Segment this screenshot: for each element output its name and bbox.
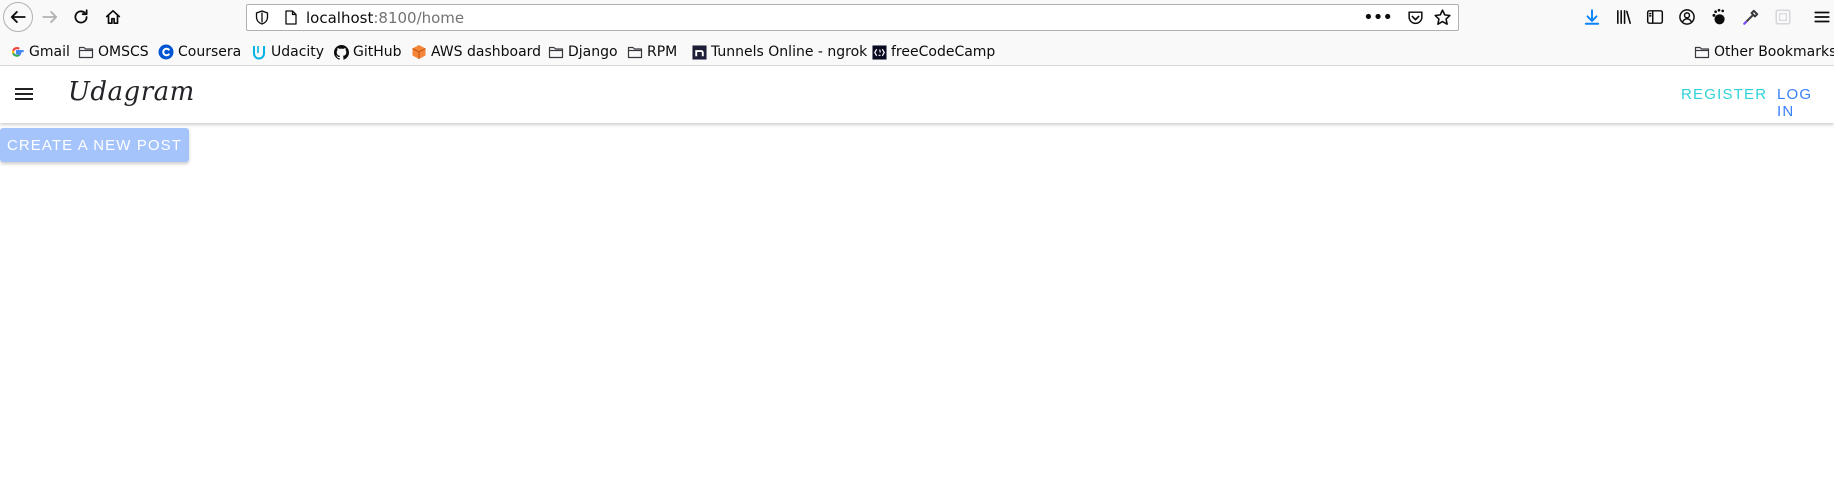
library-icon xyxy=(1617,10,1631,24)
freecodecamp-icon xyxy=(871,44,887,60)
reload-button[interactable] xyxy=(67,3,95,31)
github-icon xyxy=(333,44,349,60)
gnome-foot-icon xyxy=(1712,8,1725,25)
downloads-button[interactable] xyxy=(1582,7,1602,27)
back-arrow-icon xyxy=(10,11,26,23)
tracking-protection-shield-icon[interactable] xyxy=(254,9,270,26)
home-button[interactable] xyxy=(99,3,127,31)
bookmark-label: Gmail xyxy=(29,44,70,60)
sidebar-icon xyxy=(1646,10,1664,24)
coursera-icon xyxy=(158,44,174,60)
folder-icon xyxy=(548,44,564,60)
folder-icon xyxy=(627,44,643,60)
app-header: Udagram REGISTER LOG IN xyxy=(0,67,1834,123)
bookmark-label: Django xyxy=(568,44,618,60)
home-icon xyxy=(105,9,121,25)
url-text[interactable]: localhost:8100/home xyxy=(306,9,464,27)
aws-icon xyxy=(411,44,427,60)
page-info-icon[interactable] xyxy=(284,9,298,26)
sidebar-button[interactable] xyxy=(1645,7,1665,27)
bookmark-label: Coursera xyxy=(178,44,242,60)
bookmark-ngrok[interactable]: Tunnels Online - ngrok xyxy=(691,43,867,61)
menu-icon-bar xyxy=(15,98,33,100)
bookmark-aws-dashboard[interactable]: AWS dashboard xyxy=(411,43,541,61)
browser-toolbar: localhost:8100/home ••• xyxy=(0,0,1834,36)
ngrok-icon xyxy=(691,44,707,60)
url-path: :8100/home xyxy=(373,9,465,27)
bookmark-label: RPM xyxy=(647,44,678,60)
extension-colorpicker-button[interactable] xyxy=(1741,7,1761,27)
address-bar[interactable]: localhost:8100/home ••• xyxy=(246,4,1459,31)
bookmark-github[interactable]: GitHub xyxy=(333,43,402,61)
extension-gnome-button[interactable] xyxy=(1709,7,1729,27)
hamburger-menu-icon xyxy=(1814,11,1830,23)
bookmark-freecodecamp[interactable]: freeCodeCamp xyxy=(871,43,995,61)
bookmark-label: Udacity xyxy=(271,44,325,60)
google-icon xyxy=(9,44,25,60)
bookmarks-toolbar: Gmail OMSCS Coursera Udacity GitHub AWS … xyxy=(0,36,1834,66)
create-new-post-button[interactable]: CREATE A NEW POST xyxy=(0,128,189,162)
bookmark-coursera[interactable]: Coursera xyxy=(158,43,241,61)
bookmark-label: GitHub xyxy=(353,44,402,60)
bookmark-label: AWS dashboard xyxy=(431,44,542,60)
forward-button[interactable] xyxy=(36,3,64,31)
url-host: localhost xyxy=(306,9,374,27)
udacity-icon xyxy=(251,44,267,60)
register-link[interactable]: REGISTER xyxy=(1681,86,1767,103)
extension-placeholder-icon xyxy=(1775,9,1791,25)
bookmark-folder-omscs[interactable]: OMSCS xyxy=(78,43,149,61)
account-button[interactable] xyxy=(1677,7,1697,27)
account-icon xyxy=(1679,9,1695,25)
bookmark-star-icon[interactable] xyxy=(1433,8,1452,27)
menu-toggle-button[interactable] xyxy=(12,85,36,105)
forward-arrow-icon xyxy=(42,11,58,23)
bookmark-gmail[interactable]: Gmail xyxy=(9,43,70,61)
open-menu-button[interactable] xyxy=(1812,7,1832,27)
reload-icon xyxy=(74,9,88,24)
bookmark-folder-django[interactable]: Django xyxy=(548,43,618,61)
bookmark-folder-rpm[interactable]: RPM xyxy=(627,43,677,61)
bookmark-label: Tunnels Online - ngrok xyxy=(711,44,868,60)
library-button[interactable] xyxy=(1614,7,1634,27)
folder-icon xyxy=(1694,44,1710,60)
bookmark-label: OMSCS xyxy=(98,44,149,60)
app-title: Udagram xyxy=(68,77,195,107)
download-arrow-icon xyxy=(1584,9,1600,25)
extension-disabled-button[interactable] xyxy=(1773,7,1793,27)
bookmark-label: Other Bookmarks xyxy=(1714,44,1834,60)
bookmark-label: freeCodeCamp xyxy=(891,44,996,60)
bookmark-folder-other[interactable]: Other Bookmarks xyxy=(1694,43,1834,61)
menu-icon-bar xyxy=(15,88,33,90)
bookmark-udacity[interactable]: Udacity xyxy=(251,43,324,61)
folder-icon xyxy=(78,44,94,60)
pocket-icon[interactable] xyxy=(1407,9,1424,26)
login-link[interactable]: LOG IN xyxy=(1777,86,1834,120)
page-actions-more-icon[interactable]: ••• xyxy=(1363,7,1393,28)
back-button[interactable] xyxy=(3,2,33,32)
eyedropper-icon xyxy=(1743,9,1759,25)
menu-icon-bar xyxy=(15,93,33,95)
